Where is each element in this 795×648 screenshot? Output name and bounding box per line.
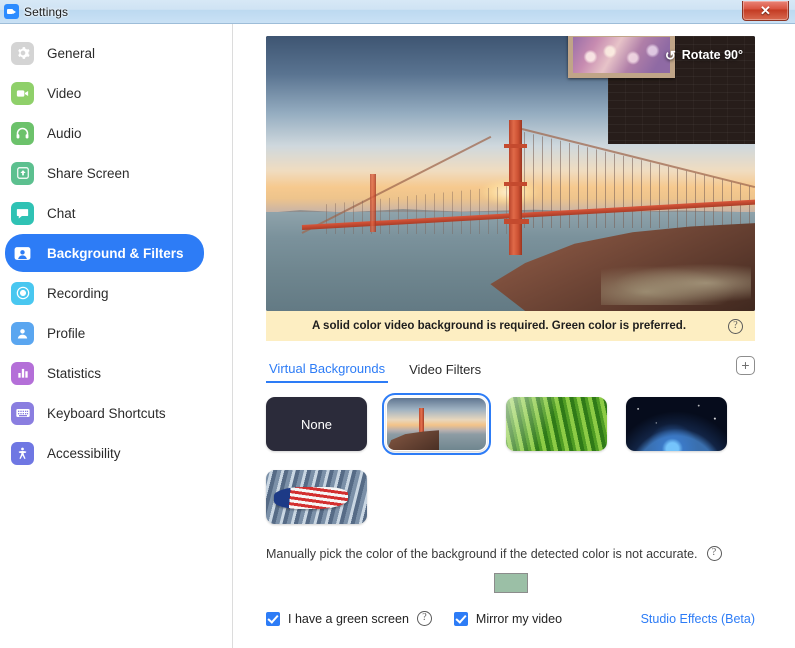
- green-screen-label: I have a green screen: [288, 611, 409, 626]
- background-thumbnail-earth-from-space[interactable]: [626, 397, 727, 451]
- question-mark-icon[interactable]: ?: [728, 318, 743, 334]
- sidebar-item-chat[interactable]: Chat: [5, 194, 204, 232]
- main-panel: ↻ Rotate 90° A solid color video backgro…: [233, 24, 795, 648]
- preview-bridge-tower-main: [509, 120, 522, 255]
- background-thumbnail-flag-and-building[interactable]: [266, 470, 367, 524]
- sidebar-item-profile[interactable]: Profile: [5, 314, 204, 352]
- question-mark-icon[interactable]: ?: [706, 546, 722, 561]
- sidebar-item-label: Video: [47, 85, 82, 101]
- sidebar-item-label: Statistics: [47, 365, 102, 381]
- sidebar-item-share-screen[interactable]: Share Screen: [5, 154, 204, 192]
- preview-tower-crossbar-mid: [504, 182, 527, 186]
- preview-scrub: [601, 261, 751, 305]
- sidebar-item-audio[interactable]: Audio: [5, 114, 204, 152]
- rotate-ccw-icon: ↻: [664, 47, 676, 63]
- sidebar-item-label: Profile: [47, 325, 86, 341]
- rotate-90-label: Rotate 90°: [681, 48, 743, 62]
- color-swatch-row: [266, 573, 755, 593]
- sidebar-item-keyboard-shortcuts[interactable]: Keyboard Shortcuts: [5, 394, 204, 432]
- mirror-video-option: Mirror my video: [453, 611, 563, 626]
- background-thumbnail-label: None: [300, 416, 333, 432]
- window-title: Settings: [24, 4, 69, 19]
- background-thumbnail-none[interactable]: None: [266, 397, 367, 451]
- sidebar-item-accessibility[interactable]: Accessibility: [5, 434, 204, 472]
- background-thumbnail-golden-gate-bridge[interactable]: [382, 393, 491, 455]
- tab-virtual-backgrounds[interactable]: Virtual Backgrounds: [266, 361, 389, 383]
- close-icon: ✕: [760, 3, 771, 18]
- sidebar-item-recording[interactable]: Recording: [5, 274, 204, 312]
- zoom-logo-icon: [4, 4, 19, 19]
- sidebar-item-label: Chat: [47, 205, 76, 221]
- sidebar-item-background-and-filters[interactable]: Background & Filters: [5, 234, 204, 272]
- options-row: I have a green screen ? Mirror my video …: [266, 611, 755, 626]
- record-icon: [11, 281, 34, 305]
- sidebar-item-label: Accessibility: [47, 445, 121, 461]
- sidebar-item-label: Recording: [47, 285, 109, 301]
- manual-color-row: Manually pick the color of the backgroun…: [266, 546, 755, 561]
- sidebar-item-label: General: [47, 45, 96, 61]
- sidebar: General Video Audio Share Screen Chat Ba…: [0, 24, 233, 648]
- tab-video-filters[interactable]: Video Filters: [406, 362, 484, 382]
- sidebar-item-statistics[interactable]: Statistics: [5, 354, 204, 392]
- background-thumbnail-grid: None: [266, 393, 755, 524]
- green-screen-notice: A solid color video background is requir…: [266, 311, 755, 341]
- green-screen-checkbox[interactable]: [266, 611, 280, 626]
- mirror-video-checkbox[interactable]: [453, 611, 468, 626]
- sidebar-item-video[interactable]: Video: [5, 74, 204, 112]
- profile-icon: [11, 321, 34, 345]
- sidebar-item-label: Share Screen: [47, 165, 130, 181]
- window-body: General Video Audio Share Screen Chat Ba…: [0, 24, 795, 648]
- bars-icon: [11, 361, 34, 385]
- sidebar-item-label: Audio: [47, 125, 82, 141]
- background-color-swatch[interactable]: [493, 573, 528, 593]
- green-screen-option: I have a green screen ?: [266, 611, 432, 626]
- sidebar-item-general[interactable]: General: [5, 34, 204, 72]
- camera-icon: [11, 81, 34, 105]
- notice-text: A solid color video background is requir…: [311, 320, 687, 332]
- chat-icon: [11, 201, 34, 225]
- preview-tower-crossbar-low: [504, 219, 529, 224]
- tab-bar: Virtual Backgrounds Video Filters +: [266, 356, 755, 383]
- rotate-90-button[interactable]: ↻ Rotate 90°: [664, 47, 743, 63]
- headphones-icon: [11, 121, 34, 145]
- studio-effects-link[interactable]: Studio Effects (Beta): [641, 612, 755, 626]
- preview-tower-crossbar-top: [504, 144, 527, 148]
- sidebar-item-label: Background & Filters: [47, 245, 184, 261]
- settings-window: Settings ✕ General Video Audio Share Scr…: [0, 0, 795, 648]
- mirror-video-label: Mirror my video: [475, 611, 563, 626]
- video-preview: ↻ Rotate 90°: [266, 36, 755, 311]
- question-mark-icon[interactable]: ?: [416, 611, 432, 626]
- preview-picture-frame: [568, 36, 675, 78]
- gear-icon: [11, 41, 34, 65]
- person-icon: [11, 242, 34, 265]
- preview-bridge-tower-far: [370, 174, 376, 232]
- background-thumbnail-grass[interactable]: [506, 397, 607, 451]
- accessibility-icon: [11, 441, 34, 465]
- add-background-button[interactable]: +: [736, 356, 755, 375]
- manual-color-text: Manually pick the color of the backgroun…: [266, 546, 698, 561]
- titlebar: Settings ✕: [0, 0, 795, 24]
- titlebar-left: Settings: [0, 4, 68, 19]
- keyboard-icon: [11, 401, 34, 425]
- close-button[interactable]: ✕: [742, 1, 789, 21]
- upload-icon: [11, 161, 34, 185]
- sidebar-item-label: Keyboard Shortcuts: [47, 405, 166, 421]
